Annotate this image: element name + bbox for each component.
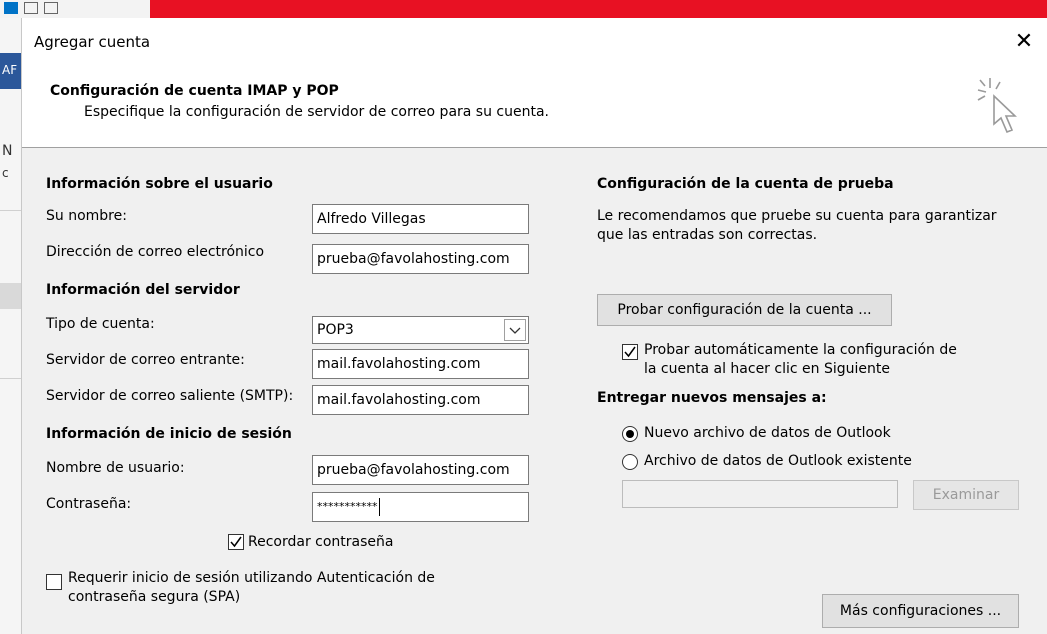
background-divider	[0, 378, 21, 379]
account-type-select[interactable]: POP3	[312, 316, 529, 344]
background-letter-n: N	[2, 143, 13, 159]
background-red-bar	[150, 0, 1047, 18]
account-type-label: Tipo de cuenta:	[46, 316, 155, 332]
test-description-line2: que las entradas son correctas.	[597, 227, 818, 243]
outgoing-server-label: Servidor de correo saliente (SMTP):	[46, 388, 294, 404]
close-icon[interactable]: ✕	[1010, 28, 1038, 56]
incoming-server-input[interactable]: mail.favolahosting.com	[312, 349, 529, 379]
password-mask: ***********	[317, 500, 378, 513]
dialog-header: Configuración de cuenta IMAP y POP Espec…	[22, 70, 1047, 148]
auto-test-checkbox[interactable]	[622, 344, 638, 360]
test-settings-heading: Configuración de la cuenta de prueba	[597, 176, 894, 192]
name-label: Su nombre:	[46, 208, 127, 224]
data-file-path-input[interactable]	[622, 480, 898, 508]
spa-checkbox[interactable]	[46, 574, 62, 590]
incoming-server-label: Servidor de correo entrante:	[46, 352, 245, 368]
background-left-pane: AF N c	[0, 18, 21, 634]
save-icon	[24, 2, 38, 14]
background-divider	[0, 210, 21, 211]
checkmark-icon	[230, 536, 242, 548]
spa-label-line2[interactable]: contraseña segura (SPA)	[68, 589, 240, 605]
undo-icon	[44, 2, 58, 14]
deliver-heading: Entregar nuevos mensajes a:	[597, 390, 827, 406]
browse-button[interactable]: Examinar	[913, 480, 1019, 510]
password-label: Contraseña:	[46, 496, 132, 512]
radio-existing-outlook-file[interactable]	[622, 454, 638, 470]
auto-test-label-line1[interactable]: Probar automáticamente la configuración …	[644, 342, 957, 358]
remember-password-checkbox[interactable]	[228, 534, 244, 550]
user-info-heading: Información sobre el usuario	[46, 176, 273, 192]
header-subtitle: Especifique la configuración de servidor…	[84, 104, 550, 120]
header-title: Configuración de cuenta IMAP y POP	[50, 83, 339, 99]
radio-selected-dot	[626, 430, 634, 438]
server-info-heading: Información del servidor	[46, 282, 240, 298]
email-input[interactable]: prueba@favolahosting.com	[312, 244, 529, 274]
test-description-line1: Le recomendamos que pruebe su cuenta par…	[597, 208, 997, 224]
account-type-value: POP3	[317, 322, 354, 338]
username-input[interactable]: prueba@favolahosting.com	[312, 455, 529, 485]
background-quick-access	[0, 0, 62, 18]
background-letter-c: c	[2, 166, 9, 180]
radio-existing-outlook-file-label[interactable]: Archivo de datos de Outlook existente	[644, 453, 912, 469]
remember-password-label[interactable]: Recordar contraseña	[248, 534, 393, 550]
add-account-dialog: Agregar cuenta ✕ Configuración de cuenta…	[21, 18, 1047, 634]
checkmark-icon	[624, 346, 636, 358]
test-account-button[interactable]: Probar configuración de la cuenta ...	[597, 294, 892, 326]
auto-test-label-line2[interactable]: la cuenta al hacer clic en Siguiente	[644, 361, 890, 377]
password-input[interactable]: ***********	[312, 492, 529, 522]
radio-new-outlook-file-label[interactable]: Nuevo archivo de datos de Outlook	[644, 425, 891, 441]
outgoing-server-input[interactable]: mail.favolahosting.com	[312, 385, 529, 415]
outlook-app-icon	[4, 2, 18, 14]
dialog-titlebar: Agregar cuenta ✕	[22, 18, 1047, 70]
name-input[interactable]: Alfredo Villegas	[312, 204, 529, 234]
login-info-heading: Información de inicio de sesión	[46, 426, 292, 442]
chevron-down-icon[interactable]	[504, 319, 526, 341]
radio-new-outlook-file[interactable]	[622, 426, 638, 442]
cursor-click-icon	[977, 78, 1017, 134]
background-ribbon-tab: AF	[0, 53, 21, 89]
dialog-body: Información sobre el usuario Su nombre: …	[22, 148, 1047, 634]
username-label: Nombre de usuario:	[46, 460, 185, 476]
email-label: Dirección de correo electrónico	[46, 244, 265, 260]
dialog-title: Agregar cuenta	[34, 33, 151, 51]
spa-label-line1[interactable]: Requerir inicio de sesión utilizando Aut…	[68, 570, 435, 586]
more-settings-button[interactable]: Más configuraciones ...	[822, 594, 1019, 628]
background-selected-row	[0, 283, 21, 309]
text-caret	[378, 498, 380, 516]
